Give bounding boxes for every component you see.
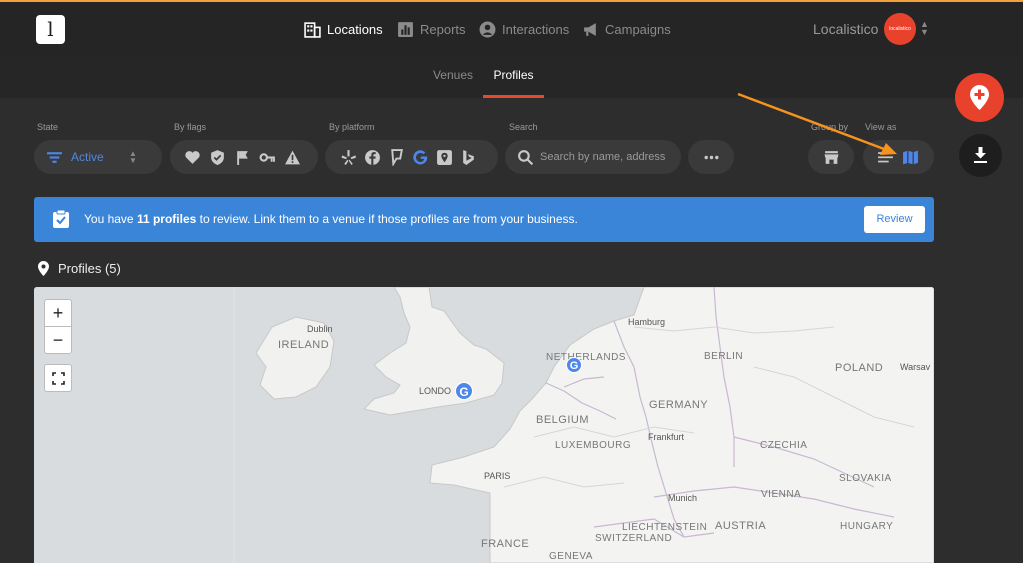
map-label-ireland: IRELAND bbox=[278, 339, 330, 351]
review-button[interactable]: Review bbox=[864, 206, 925, 233]
download-icon bbox=[974, 147, 987, 163]
map-label-vienna: VIENNA bbox=[761, 489, 802, 500]
download-button[interactable] bbox=[959, 134, 1002, 177]
map-label-paris: PARIS bbox=[484, 471, 511, 481]
map-pin-netherlands[interactable]: G bbox=[566, 357, 582, 373]
map-label-liechtenstein: LIECHTENSTEIN bbox=[622, 522, 708, 533]
map-label-hungary: HUNGARY bbox=[840, 521, 894, 532]
clipboard-check-icon bbox=[53, 209, 69, 228]
fullscreen-button[interactable] bbox=[44, 364, 72, 392]
map-label-hamburg: Hamburg bbox=[628, 317, 666, 327]
map-label-france: FRANCE bbox=[481, 538, 530, 550]
map-label-germany: GERMANY bbox=[649, 399, 709, 411]
add-pin-icon bbox=[970, 85, 989, 110]
map-pin-london[interactable]: G bbox=[455, 382, 473, 400]
review-banner: You have 11 profiles to review. Link the… bbox=[34, 197, 934, 242]
zoom-in-button[interactable]: + bbox=[44, 299, 72, 327]
zoom-out-button[interactable]: − bbox=[44, 326, 72, 354]
location-pin-icon bbox=[38, 261, 49, 276]
map-tiles bbox=[34, 287, 934, 563]
map-label-frankfurt: Frankfurt bbox=[648, 432, 685, 442]
map-label-berlin: BERLIN bbox=[704, 351, 744, 362]
profiles-title: Profiles (5) bbox=[58, 261, 121, 276]
banner-message: You have 11 profiles to review. Link the… bbox=[84, 212, 578, 226]
profile-count: 11 profiles bbox=[136, 212, 197, 226]
map-label-slovakia: SLOVAKIA bbox=[839, 473, 892, 484]
map-label-poland: POLAND bbox=[835, 362, 884, 374]
add-location-button[interactable] bbox=[955, 73, 1004, 122]
map-label-austria: AUSTRIA bbox=[715, 520, 767, 532]
fullscreen-icon bbox=[52, 372, 65, 385]
map-label-luxembourg: LUXEMBOURG bbox=[555, 440, 632, 451]
map-label-czechia: CZECHIA bbox=[760, 440, 808, 451]
map-label-london: LONDO bbox=[419, 386, 452, 396]
map-label-munich: Munich bbox=[668, 493, 698, 503]
map-label-geneva: GENEVA bbox=[549, 551, 593, 562]
profiles-map[interactable]: Dublin IRELAND LONDO NETHERLANDS Hamburg… bbox=[34, 287, 934, 563]
map-label-switzerland: SWITZERLAND bbox=[595, 533, 673, 544]
map-label-warsaw: Warsav bbox=[900, 362, 931, 372]
map-label-netherlands: NETHERLANDS bbox=[546, 352, 626, 363]
map-label-dublin: Dublin bbox=[307, 324, 333, 334]
map-label-belgium: BELGIUM bbox=[536, 414, 590, 426]
